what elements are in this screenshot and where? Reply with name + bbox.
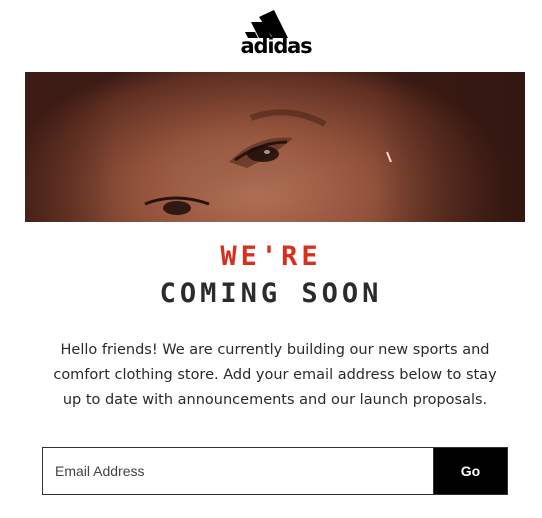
go-button[interactable]: Go	[433, 447, 508, 495]
hero-face-illustration	[144, 109, 392, 215]
headline-accent: WE'RE	[220, 241, 322, 272]
intro-paragraph: Hello friends! We are currently building…	[53, 342, 497, 408]
brand-wordmark: adidas	[240, 34, 313, 58]
email-input[interactable]	[42, 447, 433, 495]
brand-logo[interactable]: adidas	[236, 8, 316, 60]
hero-banner-image	[25, 72, 525, 222]
headline-main: COMING SOON	[159, 278, 383, 309]
